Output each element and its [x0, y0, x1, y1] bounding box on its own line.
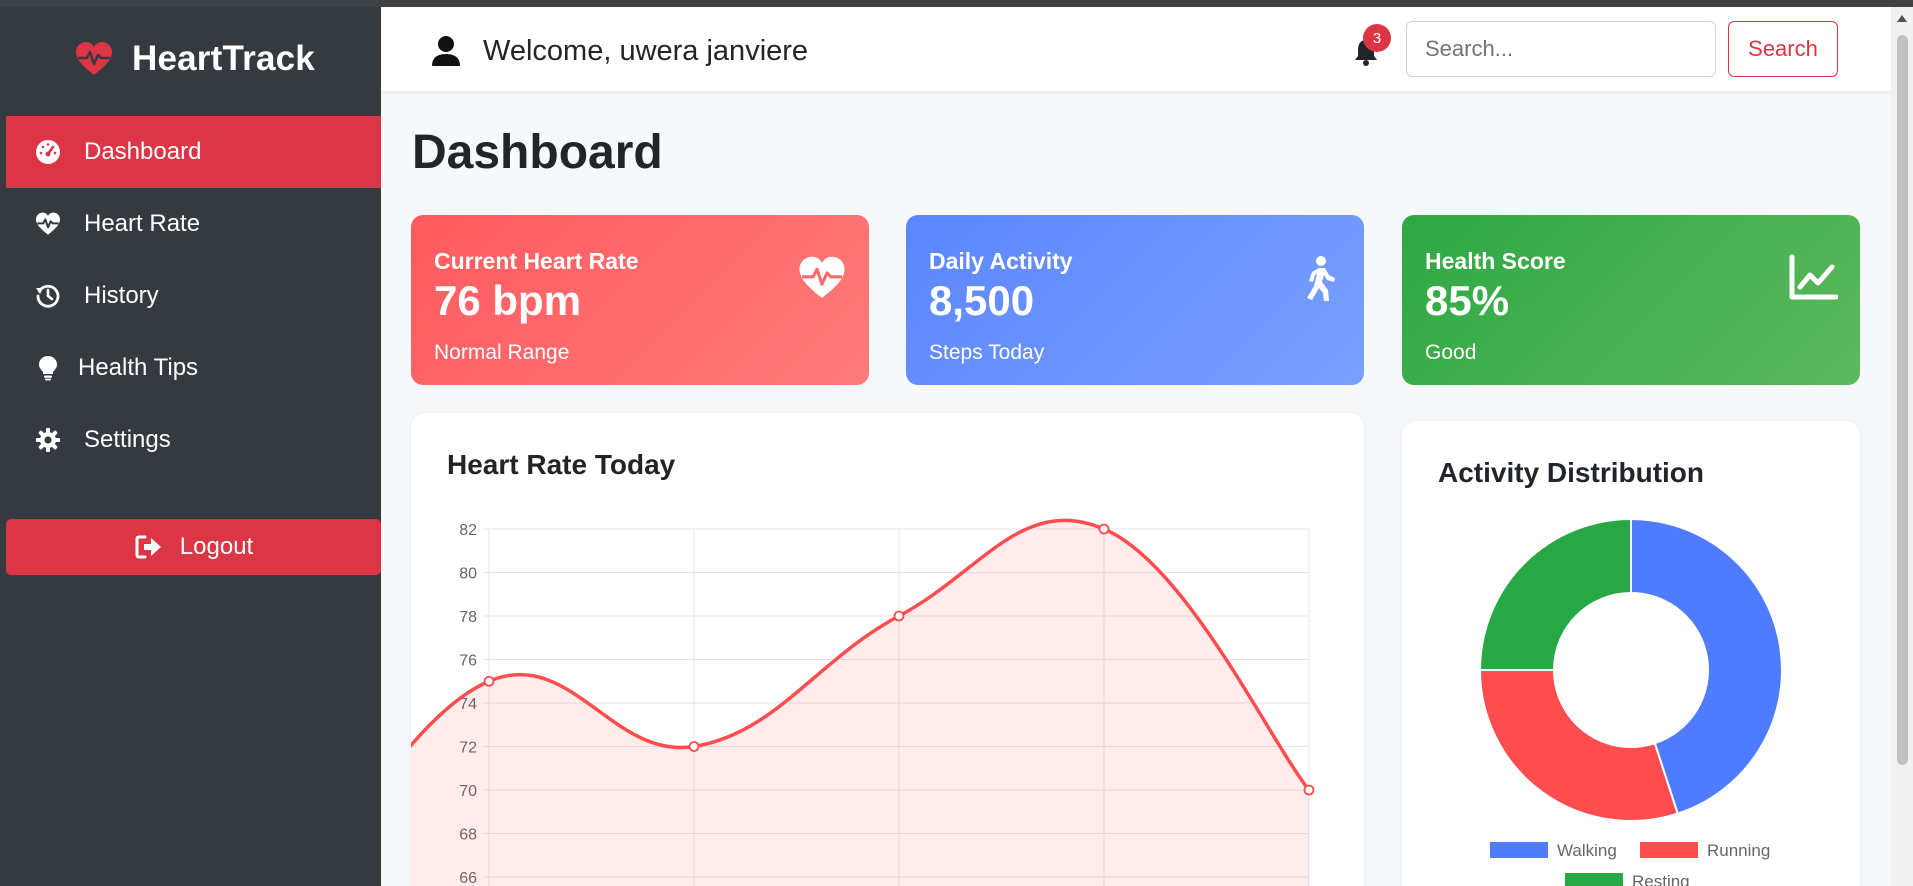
welcome-text: Welcome, uwera janviere	[483, 34, 809, 67]
top-header: Welcome, uwera janviere 3 Search	[381, 7, 1891, 91]
card-label: Health Score	[1425, 248, 1566, 274]
line-chart-icon	[1789, 254, 1838, 300]
logout-label: Logout	[179, 533, 254, 560]
y-tick-label: 78	[459, 609, 477, 626]
card-value: 8,500	[929, 277, 1035, 324]
sidebar-item-label: Settings	[84, 426, 171, 453]
donut-slice-running	[1478, 669, 1679, 822]
health-score-card: Health Score 85% Good	[1402, 215, 1860, 385]
sidebar-item-label: Heart Rate	[84, 210, 201, 237]
card-subtext: Normal Range	[434, 341, 570, 364]
gear-icon	[34, 426, 62, 454]
heart-rate-chart-title: Heart Rate Today	[447, 449, 676, 480]
heart-rate-chart-panel: 666870727476788082 Heart Rate Today	[411, 413, 1364, 886]
activity-chart-panel: Walking Running Resting Activity Distribut…	[1402, 421, 1860, 886]
card-value: 85%	[1425, 277, 1510, 324]
sidebar-item-history[interactable]: History	[6, 260, 381, 332]
sidebar-item-label: Dashboard	[84, 138, 202, 165]
sidebar-item-label: Health Tips	[78, 354, 199, 381]
sidebar-item-health-tips[interactable]: Health Tips	[6, 332, 381, 404]
history-icon	[34, 282, 62, 310]
series-fill	[411, 520, 1309, 886]
legend-swatch	[1490, 842, 1548, 858]
search-input[interactable]	[1406, 21, 1716, 77]
main-content: Welcome, uwera janviere 3 Search Dashboa…	[381, 7, 1891, 886]
sidebar-item-label: History	[84, 282, 159, 309]
card-label: Current Heart Rate	[434, 248, 639, 274]
data-point	[1098, 523, 1110, 535]
scroll-thumb[interactable]	[1897, 35, 1908, 765]
daily-activity-card: Daily Activity 8,500 Steps Today	[906, 215, 1364, 385]
data-point	[688, 741, 700, 752]
window-top-strip	[0, 0, 1913, 7]
heart-rate-card: Current Heart Rate 76 bpm Normal Range	[411, 215, 869, 385]
legend-swatch	[1640, 842, 1698, 858]
heartbeat-icon	[34, 210, 62, 238]
legend-label: Resting	[1632, 872, 1690, 886]
scrollbar[interactable]	[1891, 7, 1913, 886]
y-tick-label: 76	[459, 653, 477, 670]
sidebar-item-heart-rate[interactable]: Heart Rate	[6, 188, 381, 260]
card-subtext: Good	[1425, 341, 1477, 364]
data-point	[1303, 784, 1315, 796]
brand-title: HeartTrack	[132, 39, 315, 78]
welcome-message: Welcome, uwera janviere	[431, 29, 808, 73]
heart-rate-chart: 666870727476788082	[411, 518, 1315, 886]
data-point	[893, 610, 905, 622]
user-icon	[432, 36, 460, 66]
heartbeat-icon	[76, 42, 112, 75]
sidebar: HeartTrack Dashboard Heart Rate History …	[0, 7, 381, 886]
sidebar-item-settings[interactable]: Settings	[6, 404, 381, 476]
legend-swatch	[1565, 873, 1623, 886]
card-label: Daily Activity	[929, 248, 1073, 274]
logout-button[interactable]: Logout	[6, 519, 381, 575]
walking-icon	[1307, 256, 1335, 301]
notification-badge: 3	[1363, 24, 1391, 52]
y-tick-label: 80	[459, 566, 477, 583]
brand[interactable]: HeartTrack	[74, 37, 315, 81]
search-button[interactable]: Search	[1728, 21, 1838, 77]
card-value: 76 bpm	[434, 277, 582, 324]
legend-label: Walking	[1557, 841, 1617, 860]
lightbulb-icon	[34, 354, 62, 382]
y-tick-label: 82	[459, 522, 477, 539]
sidebar-item-dashboard[interactable]: Dashboard	[6, 116, 381, 188]
donut-slice-resting	[1478, 517, 1632, 671]
logout-icon	[135, 535, 161, 559]
scroll-up-arrow[interactable]	[1897, 15, 1907, 22]
activity-donut-chart: Walking Running Resting	[1478, 517, 1783, 886]
heartbeat-icon	[799, 256, 845, 298]
data-point	[483, 675, 495, 687]
page-title: Dashboard	[412, 126, 663, 179]
gauge-icon	[34, 138, 62, 166]
activity-chart-title: Activity Distribution	[1438, 457, 1705, 488]
card-subtext: Steps Today	[929, 341, 1045, 364]
legend-label: Running	[1707, 841, 1770, 860]
